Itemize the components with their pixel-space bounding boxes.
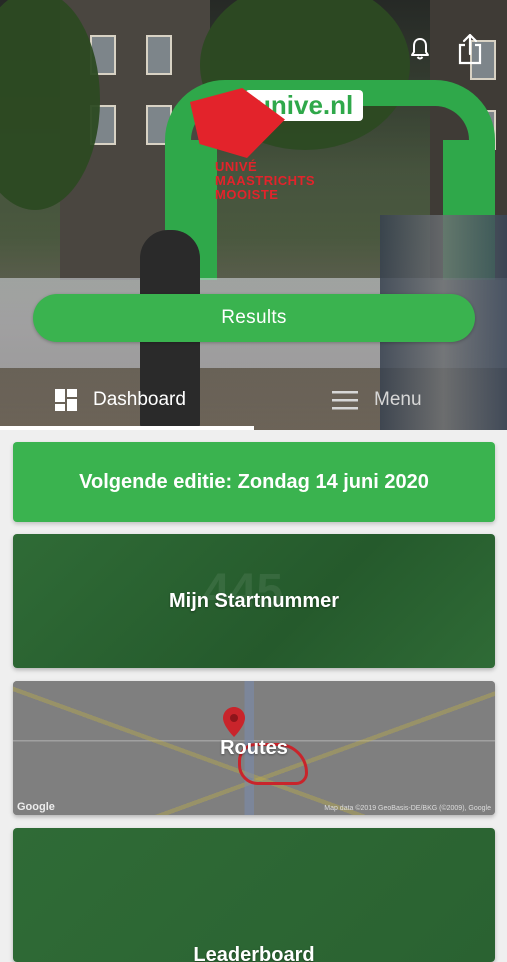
card-start-number-label: Mijn Startnummer (169, 590, 339, 613)
next-edition-banner[interactable]: Volgende editie: Zondag 14 juni 2020 (13, 442, 495, 522)
dashboard-content: Volgende editie: Zondag 14 juni 2020 445… (0, 430, 507, 900)
next-edition-text: Volgende editie: Zondag 14 juni 2020 (79, 471, 429, 494)
map-attribution: Map data ©2019 GeoBasis-DE/BKG (©2009), … (324, 805, 491, 812)
card-leaderboard-label: Leaderboard (193, 944, 314, 962)
tab-dashboard-label: Dashboard (93, 389, 186, 411)
bell-icon[interactable] (405, 32, 435, 66)
dashboard-icon (55, 389, 77, 411)
tab-dashboard[interactable]: Dashboard (55, 372, 186, 428)
card-routes[interactable]: Google Map data ©2019 GeoBasis-DE/BKG (©… (13, 681, 495, 815)
results-button[interactable]: Results (33, 294, 475, 342)
card-leaderboard[interactable]: Leaderboard (13, 828, 495, 962)
tab-bar: Dashboard Menu (0, 372, 507, 430)
map-brand: Google (17, 801, 55, 813)
share-icon[interactable] (455, 32, 485, 66)
tab-menu[interactable]: Menu (332, 372, 422, 428)
hamburger-icon (332, 390, 358, 410)
event-logo: UNIVÉ MAASTRICHTS MOOISTE (190, 88, 320, 208)
tab-menu-label: Menu (374, 389, 422, 411)
card-routes-label: Routes (220, 737, 288, 760)
card-start-number[interactable]: 445 Mijn Startnummer (13, 534, 495, 668)
top-actions (405, 32, 485, 66)
